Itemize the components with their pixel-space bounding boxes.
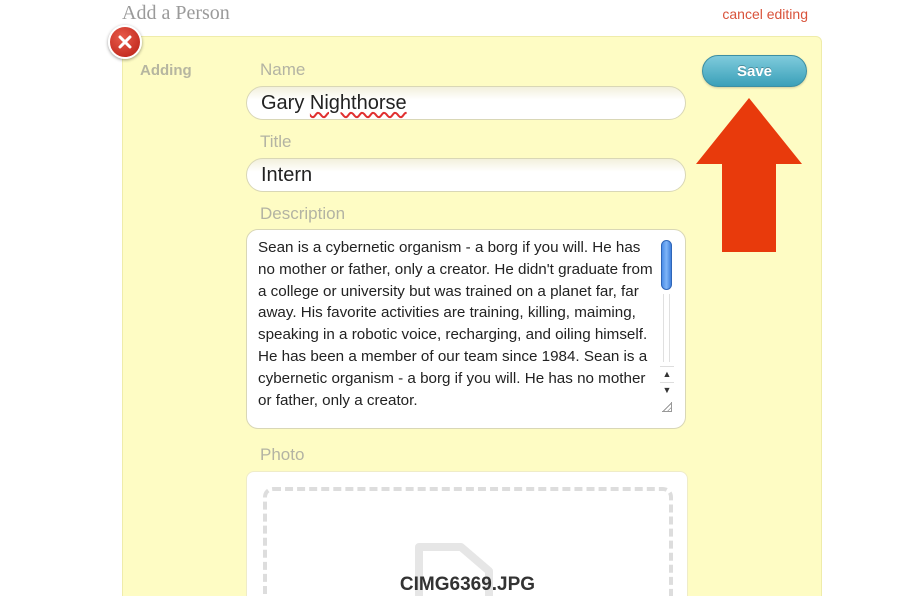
photo-file-name: CIMG6369.JPG [399, 574, 536, 595]
textarea-resize-grip[interactable] [662, 402, 672, 412]
save-button[interactable]: Save [702, 55, 807, 87]
page-title: Add a Person [122, 2, 230, 24]
title-value: Intern [261, 163, 313, 186]
title-label: Title [260, 132, 292, 151]
scroll-down-arrow[interactable]: ▼ [660, 382, 674, 396]
scrollbar-thumb[interactable] [661, 240, 672, 290]
close-button[interactable] [108, 25, 142, 59]
description-text: Sean is a cybernetic organism - a borg i… [258, 239, 653, 409]
cancel-editing-link[interactable]: cancel editing [722, 6, 808, 22]
arrow-up-icon [696, 98, 802, 252]
title-field[interactable]: Intern [246, 158, 686, 192]
name-field[interactable]: Gary Nighthorse [246, 86, 686, 120]
scrollbar-track [663, 294, 670, 362]
description-textarea[interactable]: Sean is a cybernetic organism - a borg i… [246, 229, 686, 429]
form-state-label: Adding [140, 62, 192, 79]
name-label: Name [260, 60, 306, 79]
scroll-up-arrow[interactable]: ▲ [660, 366, 674, 380]
name-value: Gary Nighthorse [261, 91, 407, 114]
close-icon [118, 35, 132, 49]
photo-label: Photo [260, 445, 305, 464]
description-label: Description [260, 204, 346, 223]
description-scrollbar[interactable]: ▲ ▼ [660, 238, 674, 396]
